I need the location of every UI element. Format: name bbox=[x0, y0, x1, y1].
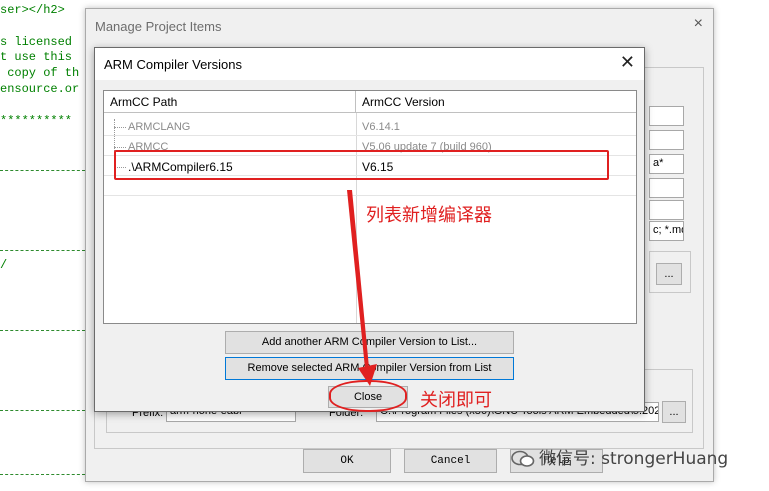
code-separator bbox=[0, 330, 85, 331]
code-line: ********** bbox=[0, 114, 73, 128]
side-field[interactable]: c; *.md bbox=[649, 221, 684, 241]
ok-button[interactable]: OK bbox=[303, 449, 391, 473]
code-line: ser></h2> bbox=[0, 3, 65, 17]
row-path[interactable]: ARMCLANG bbox=[128, 118, 190, 136]
code-line: ensource.or bbox=[0, 82, 80, 96]
watermark-text: 微信号: strongerHuang bbox=[539, 449, 729, 469]
arrow-head-icon bbox=[358, 364, 377, 386]
code-line: copy of th bbox=[0, 66, 80, 80]
annotation-close-note: 关闭即可 bbox=[420, 390, 492, 411]
cancel-button[interactable]: Cancel bbox=[404, 449, 497, 473]
row-version[interactable]: V6.14.1 bbox=[362, 118, 400, 136]
tree-connector bbox=[114, 127, 126, 128]
side-field[interactable] bbox=[649, 106, 684, 126]
code-separator bbox=[0, 410, 85, 411]
wechat-icon bbox=[511, 450, 535, 467]
dialog-title: Manage Project Items bbox=[95, 19, 222, 34]
code-separator bbox=[0, 474, 85, 475]
close-icon[interactable]: ✕ bbox=[620, 52, 635, 73]
folder-browse-button[interactable]: ... bbox=[662, 401, 686, 423]
dialog-title: ARM Compiler Versions bbox=[104, 57, 242, 72]
wechat-watermark: 微信号: strongerHuang bbox=[511, 444, 728, 469]
code-separator bbox=[0, 250, 85, 251]
side-field[interactable] bbox=[649, 130, 684, 150]
dialog-titlebar: ARM Compiler Versions ✕ bbox=[95, 48, 644, 80]
column-header-version[interactable]: ArmCC Version bbox=[356, 91, 636, 113]
side-field[interactable] bbox=[649, 178, 684, 198]
side-field[interactable]: a* bbox=[649, 154, 684, 174]
annotation-list-note: 列表新增编译器 bbox=[366, 205, 492, 226]
column-header-path[interactable]: ArmCC Path bbox=[104, 91, 356, 113]
code-line: s licensed bbox=[0, 35, 73, 49]
highlight-new-compiler-row bbox=[114, 150, 609, 180]
code-line: / bbox=[0, 258, 8, 272]
side-field[interactable] bbox=[649, 200, 684, 220]
tree-connector bbox=[114, 147, 126, 148]
code-line: t use this bbox=[0, 50, 73, 64]
browse-button[interactable]: ... bbox=[656, 263, 682, 285]
close-icon[interactable]: × bbox=[694, 15, 703, 33]
code-separator bbox=[0, 170, 85, 171]
